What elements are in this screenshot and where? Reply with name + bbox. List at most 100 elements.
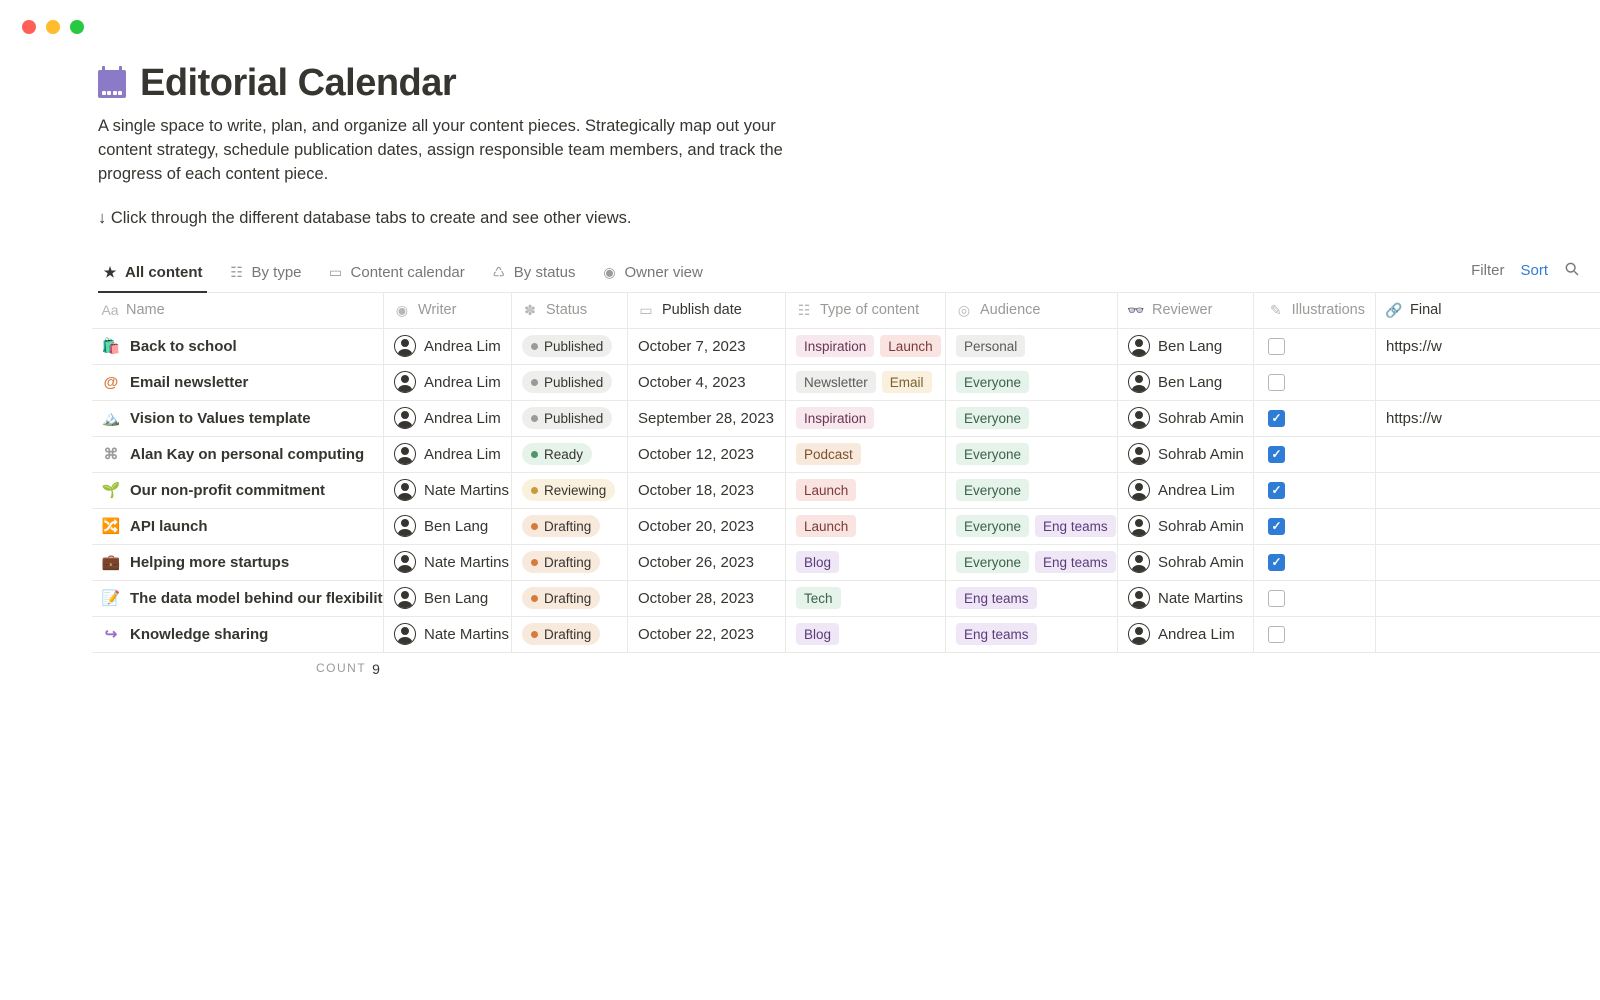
avatar <box>1128 443 1150 465</box>
publish-date[interactable]: September 28, 2023 <box>628 401 786 436</box>
audience-tag[interactable]: Everyone <box>956 371 1029 393</box>
table-row[interactable]: @Email newsletter Andrea Lim Published O… <box>92 365 1600 401</box>
row-title: Email newsletter <box>130 374 248 391</box>
final-link[interactable] <box>1376 617 1496 652</box>
final-link[interactable] <box>1376 581 1496 616</box>
illustrations-checkbox[interactable] <box>1268 410 1285 427</box>
publish-date[interactable]: October 18, 2023 <box>628 473 786 508</box>
table-row[interactable]: 🏔️Vision to Values template Andrea Lim P… <box>92 401 1600 437</box>
table-row[interactable]: ⌘Alan Kay on personal computing Andrea L… <box>92 437 1600 473</box>
status-pill[interactable]: Published <box>522 407 612 429</box>
audience-tag[interactable]: Eng teams <box>1035 551 1116 573</box>
tab-by-status[interactable]: ♺By status <box>487 258 580 293</box>
type-tag[interactable]: Email <box>882 371 932 393</box>
table-row[interactable]: 🛍️Back to school Andrea Lim Published Oc… <box>92 329 1600 365</box>
window-controls <box>0 0 1600 34</box>
type-tag[interactable]: Launch <box>880 335 940 357</box>
type-tag[interactable]: Podcast <box>796 443 861 465</box>
sort-button[interactable]: Sort <box>1520 262 1548 279</box>
type-tag[interactable]: Launch <box>796 479 856 501</box>
status-pill[interactable]: Ready <box>522 443 592 465</box>
table-row[interactable]: 🔀API launch Ben Lang Drafting October 20… <box>92 509 1600 545</box>
status-pill[interactable]: Drafting <box>522 551 600 573</box>
audience-tag[interactable]: Eng teams <box>1035 515 1116 537</box>
type-tag[interactable]: Blog <box>796 623 839 645</box>
illustrations-checkbox[interactable] <box>1268 554 1285 571</box>
final-link[interactable]: https://w <box>1376 401 1496 436</box>
publish-date[interactable]: October 22, 2023 <box>628 617 786 652</box>
illustrations-checkbox[interactable] <box>1268 338 1285 355</box>
audience-tag[interactable]: Eng teams <box>956 623 1037 645</box>
col-publish-date[interactable]: ▭Publish date <box>628 293 786 328</box>
publish-date[interactable]: October 28, 2023 <box>628 581 786 616</box>
page-description: A single space to write, plan, and organ… <box>98 115 798 187</box>
minimize-window-icon[interactable] <box>46 20 60 34</box>
audience-tag[interactable]: Eng teams <box>956 587 1037 609</box>
status-pill[interactable]: Drafting <box>522 515 600 537</box>
tab-owner-view[interactable]: ◉Owner view <box>597 258 706 293</box>
illustrations-checkbox[interactable] <box>1268 482 1285 499</box>
final-link[interactable]: https://w <box>1376 329 1496 364</box>
type-tag[interactable]: Newsletter <box>796 371 876 393</box>
row-title: Knowledge sharing <box>130 626 268 643</box>
type-tag[interactable]: Inspiration <box>796 335 874 357</box>
search-icon[interactable] <box>1564 261 1580 281</box>
publish-date[interactable]: October 4, 2023 <box>628 365 786 400</box>
col-audience[interactable]: ◎Audience <box>946 293 1118 328</box>
illustrations-checkbox[interactable] <box>1268 446 1285 463</box>
audience-tag[interactable]: Everyone <box>956 443 1029 465</box>
filter-button[interactable]: Filter <box>1471 262 1504 279</box>
type-tag[interactable]: Blog <box>796 551 839 573</box>
status-pill[interactable]: Published <box>522 371 612 393</box>
illustrations-checkbox[interactable] <box>1268 374 1285 391</box>
table-row[interactable]: 💼Helping more startups Nate Martins Draf… <box>92 545 1600 581</box>
maximize-window-icon[interactable] <box>70 20 84 34</box>
col-status[interactable]: ✽Status <box>512 293 628 328</box>
publish-date[interactable]: October 26, 2023 <box>628 545 786 580</box>
audience-tag[interactable]: Everyone <box>956 515 1029 537</box>
col-name[interactable]: AaName <box>92 293 384 328</box>
final-link[interactable] <box>1376 473 1496 508</box>
status-pill[interactable]: Reviewing <box>522 479 615 501</box>
publish-date[interactable]: October 7, 2023 <box>628 329 786 364</box>
illustrations-checkbox[interactable] <box>1268 626 1285 643</box>
reviewer-name: Nate Martins <box>1158 590 1243 607</box>
type-tag[interactable]: Inspiration <box>796 407 874 429</box>
tab-by-type[interactable]: ☷By type <box>225 258 306 293</box>
publish-date[interactable]: October 20, 2023 <box>628 509 786 544</box>
col-type[interactable]: ☷Type of content <box>786 293 946 328</box>
type-tag[interactable]: Tech <box>796 587 841 609</box>
final-link[interactable] <box>1376 545 1496 580</box>
table-row[interactable]: 📝The data model behind our flexibility B… <box>92 581 1600 617</box>
col-illustrations[interactable]: ✎Illustrations <box>1254 293 1376 328</box>
final-link[interactable] <box>1376 509 1496 544</box>
status-pill[interactable]: Drafting <box>522 587 600 609</box>
final-link[interactable] <box>1376 437 1496 472</box>
tab-all-content[interactable]: ★All content <box>98 258 207 293</box>
illustrations-checkbox[interactable] <box>1268 590 1285 607</box>
col-reviewer[interactable]: 👓Reviewer <box>1118 293 1254 328</box>
plant-icon: 🌱 <box>102 481 120 499</box>
publish-date[interactable]: October 12, 2023 <box>628 437 786 472</box>
avatar <box>394 479 416 501</box>
illustrations-checkbox[interactable] <box>1268 518 1285 535</box>
audience-tag[interactable]: Everyone <box>956 551 1029 573</box>
branch-icon: 🔀 <box>102 517 120 535</box>
status-pill[interactable]: Published <box>522 335 612 357</box>
close-window-icon[interactable] <box>22 20 36 34</box>
avatar <box>1128 551 1150 573</box>
final-link[interactable] <box>1376 365 1496 400</box>
page-title[interactable]: Editorial Calendar <box>140 62 456 105</box>
col-final[interactable]: 🔗Final <box>1376 293 1496 328</box>
table-row[interactable]: ↪Knowledge sharing Nate Martins Drafting… <box>92 617 1600 653</box>
audience-tag[interactable]: Personal <box>956 335 1025 357</box>
table-row[interactable]: 🌱Our non-profit commitment Nate Martins … <box>92 473 1600 509</box>
tab-content-calendar[interactable]: ▭Content calendar <box>324 258 469 293</box>
col-writer[interactable]: ◉Writer <box>384 293 512 328</box>
type-tag[interactable]: Launch <box>796 515 856 537</box>
status-pill[interactable]: Drafting <box>522 623 600 645</box>
page-icon-calendar[interactable] <box>98 70 126 98</box>
reviewer-name: Andrea Lim <box>1158 482 1235 499</box>
audience-tag[interactable]: Everyone <box>956 479 1029 501</box>
audience-tag[interactable]: Everyone <box>956 407 1029 429</box>
